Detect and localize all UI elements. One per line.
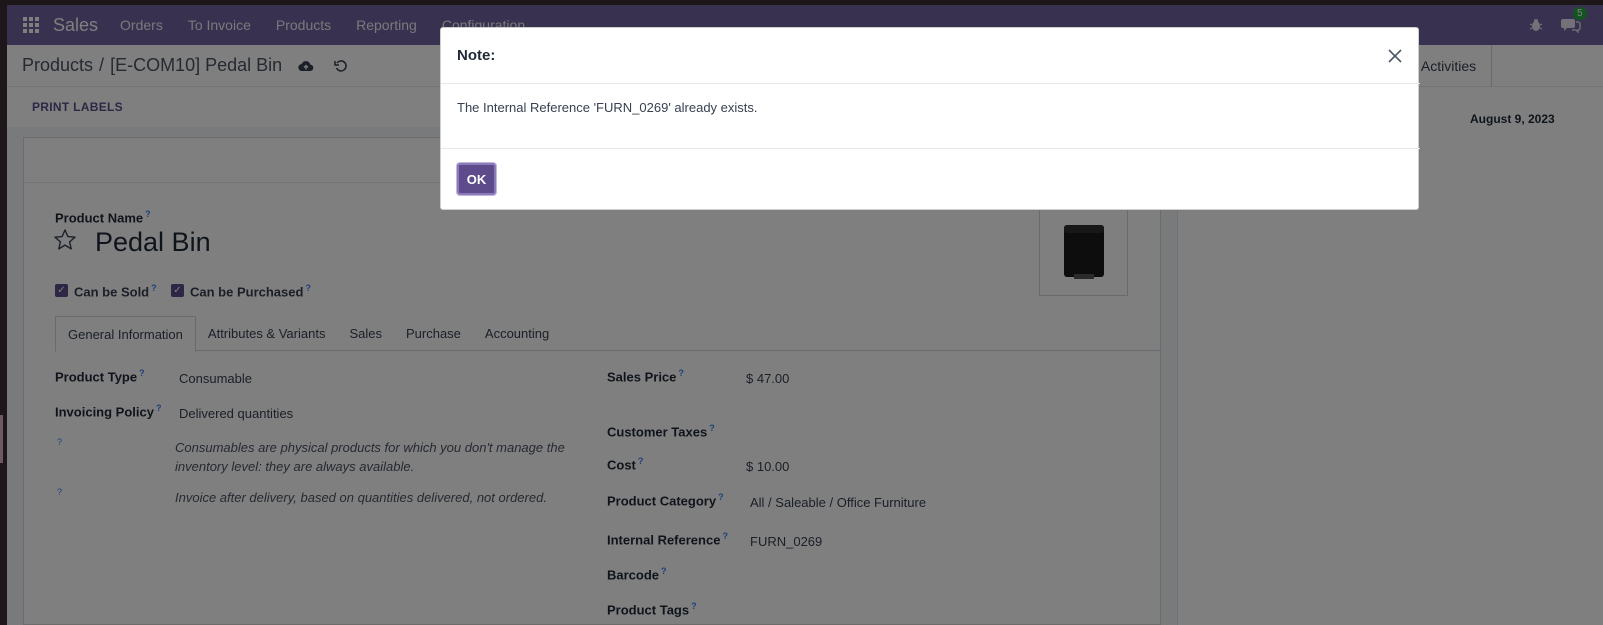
ok-button[interactable]: OK — [457, 163, 496, 195]
window-left-stub — [0, 415, 3, 463]
dialog-close-button[interactable] — [1384, 45, 1406, 67]
close-icon — [1388, 49, 1402, 63]
dialog-title: Note: — [457, 47, 496, 64]
dialog-header: Note: — [441, 28, 1420, 84]
dialog-footer: OK — [441, 148, 1420, 211]
note-dialog: Note: The Internal Reference 'FURN_0269'… — [440, 27, 1420, 211]
dialog-message: The Internal Reference 'FURN_0269' alrea… — [457, 100, 758, 115]
